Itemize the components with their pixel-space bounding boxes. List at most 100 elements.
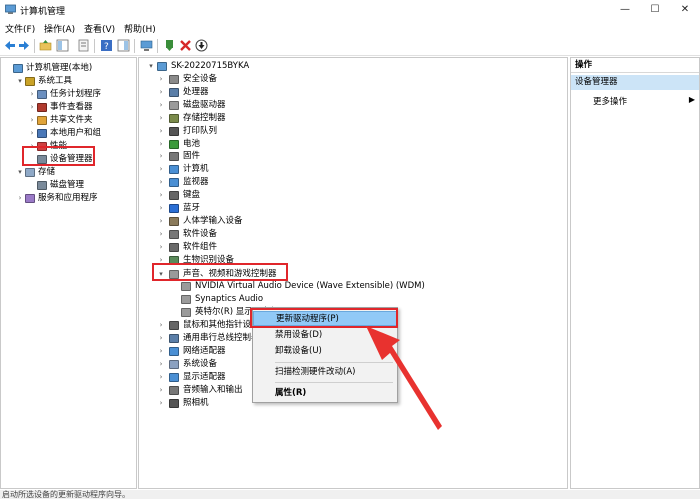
node-icon	[37, 129, 47, 138]
menu-file[interactable]: 文件(F)	[5, 22, 35, 35]
up-folder-icon[interactable]	[39, 39, 52, 52]
properties-icon[interactable]	[77, 39, 90, 52]
device-category-label: 软件组件	[183, 241, 218, 252]
expand-icon[interactable]: ›	[157, 176, 165, 189]
tree-node[interactable]: 计算机管理(本地)	[4, 62, 134, 75]
console-tree-icon[interactable]	[117, 39, 130, 52]
device-category-icon	[169, 178, 179, 188]
actions-header: 操作	[571, 58, 699, 73]
help-icon[interactable]: ?	[100, 39, 113, 52]
expand-icon[interactable]: ›	[157, 319, 165, 332]
toolbar-separator	[34, 39, 35, 53]
expand-icon[interactable]: ›	[157, 358, 165, 371]
device-category-label: 计算机	[183, 164, 209, 175]
node-icon	[37, 116, 47, 125]
expand-icon[interactable]: ›	[157, 99, 165, 112]
device-category-icon	[169, 386, 179, 395]
back-icon[interactable]	[3, 39, 16, 52]
node-icon	[37, 103, 47, 112]
node-icon	[37, 181, 47, 190]
expand-icon[interactable]: ›	[157, 332, 165, 345]
tree-node-label: 服务和应用程序	[38, 193, 98, 203]
expand-icon[interactable]: ›	[157, 138, 165, 151]
expand-icon[interactable]: ›	[157, 163, 165, 176]
minimize-button[interactable]: —	[610, 0, 640, 20]
tree-node-label: 本地用户和组	[50, 128, 102, 138]
device-category-label: 软件设备	[183, 228, 218, 239]
speaker-icon	[181, 295, 191, 304]
expand-icon[interactable]: ›	[157, 86, 165, 99]
expand-icon[interactable]: ›	[28, 88, 36, 101]
expand-icon[interactable]: ›	[157, 202, 165, 215]
expand-icon[interactable]: ›	[157, 345, 165, 358]
forward-icon[interactable]	[18, 39, 31, 52]
expand-icon[interactable]: ›	[157, 241, 165, 254]
tree-node[interactable]: › 服务和应用程序	[16, 192, 146, 205]
device-category-label: 处理器	[183, 86, 209, 97]
expand-icon[interactable]: ›	[157, 189, 165, 202]
toolbar-separator	[134, 39, 135, 53]
collapse-icon[interactable]: ▾	[147, 60, 155, 73]
update-driver-icon[interactable]	[163, 39, 176, 52]
expand-icon[interactable]: ▾	[16, 166, 24, 179]
node-icon	[25, 168, 35, 177]
tree-node-label: 共享文件夹	[50, 115, 93, 125]
actions-pane: 操作 设备管理器 更多操作 ▶	[570, 57, 700, 489]
tree-node[interactable]: ▾ 系统工具	[16, 75, 146, 88]
expand-icon[interactable]: ›	[16, 192, 24, 205]
toolbar-separator	[157, 39, 158, 53]
device-category-icon	[169, 87, 179, 97]
expand-icon[interactable]: ›	[28, 114, 36, 127]
sound-category-highlight	[152, 263, 288, 281]
device-category-label: 通用串行总线控制器	[183, 333, 260, 343]
triangle-right-icon[interactable]: ▶	[689, 95, 695, 104]
device-category-label: 磁盘驱动器	[183, 99, 226, 110]
more-actions-link[interactable]: 更多操作	[593, 95, 627, 107]
device-category-icon	[169, 165, 179, 175]
device-category-icon	[169, 113, 179, 123]
expand-icon[interactable]: ›	[157, 215, 165, 228]
computer-name: SK-20220715BYKA	[171, 61, 250, 71]
console-tree-pane: 计算机管理(本地) ▾ 系统工具 › 任务计划程序 › 事件查看器 › 共享文件夹 › 本地用户和组…	[0, 57, 137, 489]
menu-view[interactable]: 查看(V)	[84, 22, 115, 35]
tree-node[interactable]: ▾ 存储	[16, 166, 146, 179]
device-category-label: 存储控制器	[183, 112, 226, 123]
menu-help[interactable]: 帮助(H)	[124, 22, 156, 35]
device-category-label: 音频输入和输出	[183, 385, 243, 395]
toolbar: ?	[0, 36, 700, 56]
close-button[interactable]: ✕	[670, 0, 700, 20]
tree-node-label: 系统工具	[38, 76, 73, 86]
show-hide-tree-icon[interactable]	[56, 39, 69, 52]
device-category-label: 键盘	[183, 190, 201, 201]
device-category-icon	[169, 152, 179, 162]
audio-device-label: NVIDIA Virtual Audio Device (Wave Extens…	[195, 281, 425, 291]
speaker-icon	[181, 308, 191, 317]
uninstall-icon[interactable]	[179, 39, 192, 52]
device-category-icon	[169, 204, 179, 213]
expand-icon[interactable]: ›	[157, 371, 165, 384]
expand-icon[interactable]: ›	[157, 384, 165, 397]
expand-icon[interactable]: ›	[157, 112, 165, 125]
expand-icon[interactable]: ▾	[16, 75, 24, 88]
expand-icon[interactable]: ›	[157, 150, 165, 163]
menu-bar: 文件(F) 操作(A) 查看(V) 帮助(H)	[0, 20, 700, 36]
expand-icon[interactable]: ›	[157, 73, 165, 86]
expand-icon[interactable]: ›	[157, 397, 165, 410]
enable-device-icon[interactable]	[195, 39, 208, 52]
menu-action[interactable]: 操作(A)	[44, 22, 75, 35]
svg-text:?: ?	[104, 42, 109, 52]
device-category-label: 系统设备	[183, 359, 218, 369]
device-manager-highlight	[22, 146, 95, 166]
device-category-icon	[169, 139, 179, 149]
device-category-label: 打印队列	[183, 125, 218, 136]
device-category-icon	[169, 100, 179, 110]
expand-icon[interactable]: ›	[157, 125, 165, 138]
maximize-button[interactable]: ☐	[640, 0, 670, 20]
expand-icon[interactable]: ›	[157, 228, 165, 241]
expand-icon[interactable]: ›	[28, 101, 36, 114]
expand-icon[interactable]: ›	[28, 127, 36, 140]
device-category-label: 照相机	[183, 398, 209, 408]
device-category-label: 鼠标和其他指针设备	[183, 320, 260, 330]
action-device-manager[interactable]: 设备管理器	[571, 75, 699, 90]
scan-hardware-icon[interactable]	[140, 39, 153, 52]
